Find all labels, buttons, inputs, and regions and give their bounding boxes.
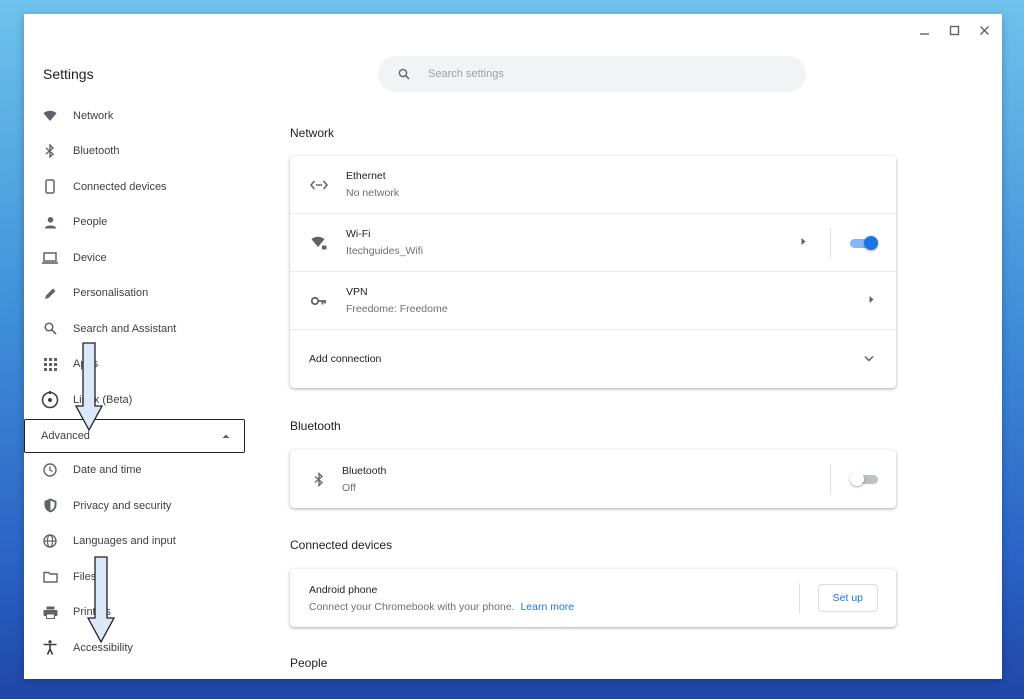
accessibility-icon	[41, 639, 59, 657]
section-title-bluetooth: Bluetooth	[290, 419, 341, 433]
description-text: Connect your Chromebook with your phone.	[309, 600, 515, 613]
add-connection-label: Add connection	[309, 353, 382, 365]
sidebar-item-people[interactable]: People	[24, 205, 254, 241]
bluetooth-status: Off	[342, 481, 356, 494]
apps-grid-icon	[41, 355, 59, 373]
person-icon	[41, 213, 59, 231]
linux-icon	[41, 390, 59, 409]
ethernet-name: Ethernet	[346, 170, 386, 182]
bluetooth-row[interactable]: Bluetooth Off	[290, 450, 896, 508]
network-card: Ethernet No network Wi-Fi Itechguides_Wi…	[290, 156, 896, 388]
toggle-knob	[850, 472, 864, 486]
window-controls	[914, 20, 994, 40]
bluetooth-card: Bluetooth Off	[290, 450, 896, 508]
wifi-toggle[interactable]	[850, 235, 878, 250]
sidebar-item-label: Search and Assistant	[73, 322, 177, 335]
search-bar[interactable]	[378, 56, 806, 92]
wifi-name: Wi-Fi	[346, 228, 371, 240]
sidebar-item-label: Personalisation	[73, 287, 149, 300]
bluetooth-icon	[41, 142, 59, 160]
section-title-people: People	[290, 656, 328, 670]
bluetooth-name: Bluetooth	[342, 464, 387, 477]
folder-icon	[41, 568, 59, 586]
divider	[830, 228, 831, 258]
chevron-up-icon	[222, 430, 230, 442]
sidebar: Network Bluetooth Connected devices Peop…	[24, 98, 254, 666]
add-connection-row[interactable]: Add connection	[290, 330, 896, 388]
ethernet-icon	[309, 180, 329, 190]
phone-icon	[41, 178, 59, 196]
section-title-connected-devices: Connected devices	[290, 538, 393, 552]
sidebar-item-device[interactable]: Device	[24, 240, 254, 276]
pen-icon	[41, 284, 59, 302]
sidebar-item-search-and-assistant[interactable]: Search and Assistant	[24, 311, 254, 347]
chevron-right-icon[interactable]	[869, 295, 874, 306]
minimize-icon	[919, 32, 929, 35]
wifi-network-name: Itechguides_Wifi	[346, 245, 424, 257]
sidebar-item-files[interactable]: Files	[24, 559, 254, 595]
shield-icon	[41, 497, 59, 515]
settings-window: Settings Network Bluetooth Connected dev…	[24, 14, 1002, 679]
connected-devices-card: Android phone Connect your Chromebook wi…	[290, 569, 896, 627]
section-title-network: Network	[290, 126, 335, 140]
sidebar-item-apps[interactable]: Apps	[24, 347, 254, 383]
sidebar-item-label: Bluetooth	[73, 145, 120, 158]
ethernet-status: No network	[346, 187, 400, 199]
sidebar-item-connected-devices[interactable]: Connected devices	[24, 169, 254, 205]
wifi-locked-icon	[309, 236, 329, 250]
sidebar-item-privacy-and-security[interactable]: Privacy and security	[24, 488, 254, 524]
set-up-button[interactable]: Set up	[817, 584, 878, 612]
bluetooth-off-icon	[309, 471, 329, 487]
sidebar-item-languages-and-input[interactable]: Languages and input	[24, 524, 254, 560]
wifi-row[interactable]: Wi-Fi Itechguides_Wifi	[290, 214, 896, 272]
learn-more-link[interactable]: Learn more	[520, 601, 574, 613]
sidebar-item-printers[interactable]: Printers	[24, 595, 254, 631]
maximize-icon	[949, 25, 959, 35]
sidebar-item-label: Languages and input	[73, 535, 176, 548]
sidebar-item-network[interactable]: Network	[24, 98, 254, 134]
vpn-name: VPN	[346, 286, 368, 298]
chevron-down-icon[interactable]	[864, 354, 874, 365]
sidebar-item-label: Network	[73, 109, 114, 122]
vpn-row[interactable]: VPN Freedome: Freedome	[290, 272, 896, 330]
sidebar-item-label: Device	[73, 251, 107, 264]
search-input[interactable]	[428, 68, 748, 80]
globe-icon	[41, 532, 59, 550]
annotation-arrow-bottom	[86, 556, 116, 644]
android-phone-description: Connect your Chromebook with your phone.…	[309, 601, 574, 613]
toggle-knob	[864, 235, 878, 250]
sidebar-item-bluetooth[interactable]: Bluetooth	[24, 134, 254, 170]
android-phone-row[interactable]: Android phone Connect your Chromebook wi…	[290, 569, 896, 627]
divider	[830, 464, 831, 494]
sidebar-item-linux[interactable]: Linux (Beta)	[24, 382, 254, 418]
app-title: Settings	[43, 66, 94, 82]
sidebar-item-label: Connected devices	[73, 180, 167, 193]
sidebar-item-label: Privacy and security	[73, 499, 172, 512]
clock-icon	[41, 461, 59, 479]
minimize-button[interactable]	[914, 20, 934, 40]
sidebar-item-label: Date and time	[73, 464, 142, 477]
sidebar-item-personalisation[interactable]: Personalisation	[24, 276, 254, 312]
advanced-toggle[interactable]: Advanced	[24, 418, 245, 453]
key-icon	[309, 296, 329, 306]
search-icon	[41, 320, 59, 338]
maximize-button[interactable]	[944, 20, 964, 40]
close-button[interactable]	[974, 20, 994, 40]
ethernet-row[interactable]: Ethernet No network	[290, 156, 896, 214]
search-icon	[398, 68, 410, 80]
sidebar-item-date-and-time[interactable]: Date and time	[24, 453, 254, 489]
sidebar-item-accessibility[interactable]: Accessibility	[24, 630, 254, 666]
sidebar-item-label: People	[73, 216, 108, 229]
divider	[799, 583, 800, 613]
android-phone-name: Android phone	[309, 583, 378, 596]
wifi-icon	[41, 107, 59, 125]
annotation-arrow-top	[74, 342, 104, 432]
vpn-status: Freedome: Freedome	[346, 303, 448, 315]
close-icon	[979, 25, 989, 35]
bluetooth-toggle[interactable]	[850, 472, 878, 486]
chevron-right-icon[interactable]	[801, 237, 806, 248]
printer-icon	[41, 603, 59, 621]
laptop-icon	[41, 249, 59, 267]
